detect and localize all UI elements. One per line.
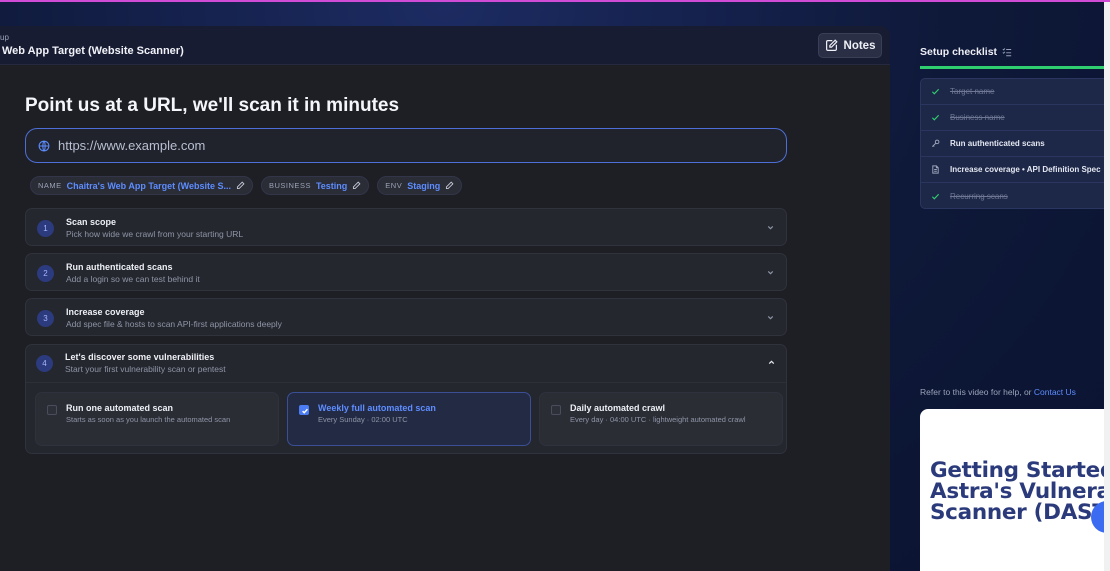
option-title: Weekly full automated scan [318,403,436,413]
step-title: Increase coverage [66,307,145,317]
step-title: Scan scope [66,217,117,227]
chevron-down-icon[interactable] [766,223,775,232]
step-title: Run authenticated scans [66,262,173,272]
check-icon [931,114,940,121]
notes-label: Notes [843,39,876,52]
step-title: Let's discover some vulnerabilities [65,352,215,362]
url-field[interactable] [25,128,787,163]
headline: Point us at a URL, we'll scan it in minu… [25,95,400,116]
chip-key: ENV [385,181,403,190]
step-increase-coverage[interactable]: 3 Increase coverage Add spec file & host… [25,298,787,336]
chip-key: BUSINESS [269,181,311,190]
step-subtitle: Add a login so we can test behind it [66,274,200,284]
panel-header: up Web App Target (Website Scanner) Note… [0,26,890,65]
option-one-automated-scan[interactable]: Run one automated scan Starts as soon as… [35,392,279,446]
option-checkbox[interactable] [299,405,309,415]
checklist-item-increase-coverage[interactable]: Increase coverage • API Definition Spec [921,157,1110,183]
check-icon [931,88,940,95]
step-header[interactable]: 4 Let's discover some vulnerabilities St… [26,345,786,383]
setup-panel: up Web App Target (Website Scanner) Note… [0,26,890,571]
checklist-item-business-name[interactable]: Business name [921,105,1110,131]
step-subtitle: Add spec file & hosts to scan API-first … [66,319,282,329]
notes-button[interactable]: Notes [818,33,882,58]
scan-options: Run one automated scan Starts as soon as… [35,392,783,446]
step-number: 2 [37,265,54,282]
checklist-progress-bar [920,66,1110,69]
document-icon [932,165,939,174]
notes-edit-icon [825,39,838,51]
checklist-item-label: Increase coverage • API Definition Spec [950,165,1101,174]
help-video-thumbnail[interactable]: Getting Started with Astra's Vulnerabili… [920,409,1110,571]
checklist-item-recurring-scans[interactable]: Recurring scans [921,183,1110,209]
breadcrumb[interactable]: up [0,33,9,42]
pencil-icon[interactable] [445,181,454,190]
option-title: Daily automated crawl [570,403,666,413]
option-daily-automated-crawl[interactable]: Daily automated crawl Every day · 04:00 … [539,392,783,446]
step-number: 4 [36,355,53,372]
option-checkbox[interactable] [551,405,561,415]
option-description: Every Sunday · 02:00 UTC [318,415,408,424]
checklist-item-authenticated-scans[interactable]: Run authenticated scans [921,131,1110,157]
step-authenticated-scans[interactable]: 2 Run authenticated scans Add a login so… [25,253,787,291]
chevron-down-icon[interactable] [766,268,775,277]
chevron-up-icon[interactable] [767,358,776,367]
checklist-title-text: Setup checklist [920,46,998,58]
chip-value: Staging [407,180,441,191]
chip-value: Testing [315,180,348,191]
name-chip[interactable]: NAME Chaitra's Web App Target (Website S… [30,176,254,195]
step-number: 3 [37,310,54,327]
pencil-icon[interactable] [352,181,361,190]
step-number: 1 [37,220,54,237]
option-description: Every day · 04:00 UTC · lightweight auto… [570,415,746,424]
check-icon [931,193,940,200]
checklist-items: Target name Business name Run authentica… [920,78,1110,209]
chip-key: NAME [38,181,62,190]
key-icon [931,139,940,148]
video-title: Getting Started with Astra's Vulnerabili… [930,458,1110,526]
chip-value: Chaitra's Web App Target (Website S... [66,180,232,191]
target-info-chips: NAME Chaitra's Web App Target (Website S… [30,176,463,195]
page-title: Web App Target (Website Scanner) [2,45,184,57]
globe-icon [38,140,50,151]
pencil-icon[interactable] [236,181,245,190]
checklist-item-label: Recurring scans [950,191,1008,201]
business-chip[interactable]: BUSINESS Testing [261,176,370,195]
check-icon [302,408,308,414]
chevron-down-icon[interactable] [766,313,775,322]
option-weekly-full-scan[interactable]: Weekly full automated scan Every Sunday … [287,392,531,446]
checklist-item-label: Target name [950,87,995,96]
help-text: Refer to this video for help, or Contact… [920,387,1076,397]
checklist-item-label: Business name [950,113,1005,122]
step-subtitle: Start your first vulnerability scan or p… [65,364,226,374]
step-scan-scope[interactable]: 1 Scan scope Pick how wide we crawl from… [25,208,787,246]
help-text-body: Refer to this video for help, or [920,387,1034,397]
url-input[interactable] [58,138,758,153]
step-header-content: 4 Let's discover some vulnerabilities St… [25,344,787,382]
step-subtitle: Pick how wide we crawl from your startin… [66,229,244,239]
option-description: Starts as soon as you launch the automat… [66,415,231,424]
option-title: Run one automated scan [66,403,174,413]
step-discover-vulnerabilities: 4 Let's discover some vulnerabilities St… [25,344,787,454]
checklist-item-label: Run authenticated scans [950,139,1045,148]
page-scrollbar[interactable] [1104,2,1110,571]
list-check-icon [1002,48,1012,57]
env-chip[interactable]: ENV Staging [377,176,463,195]
option-checkbox[interactable] [47,405,57,415]
checklist-item-target-name[interactable]: Target name [921,79,1110,105]
checklist-title: Setup checklist [920,46,1012,58]
contact-us-link[interactable]: Contact Us [1034,387,1076,397]
